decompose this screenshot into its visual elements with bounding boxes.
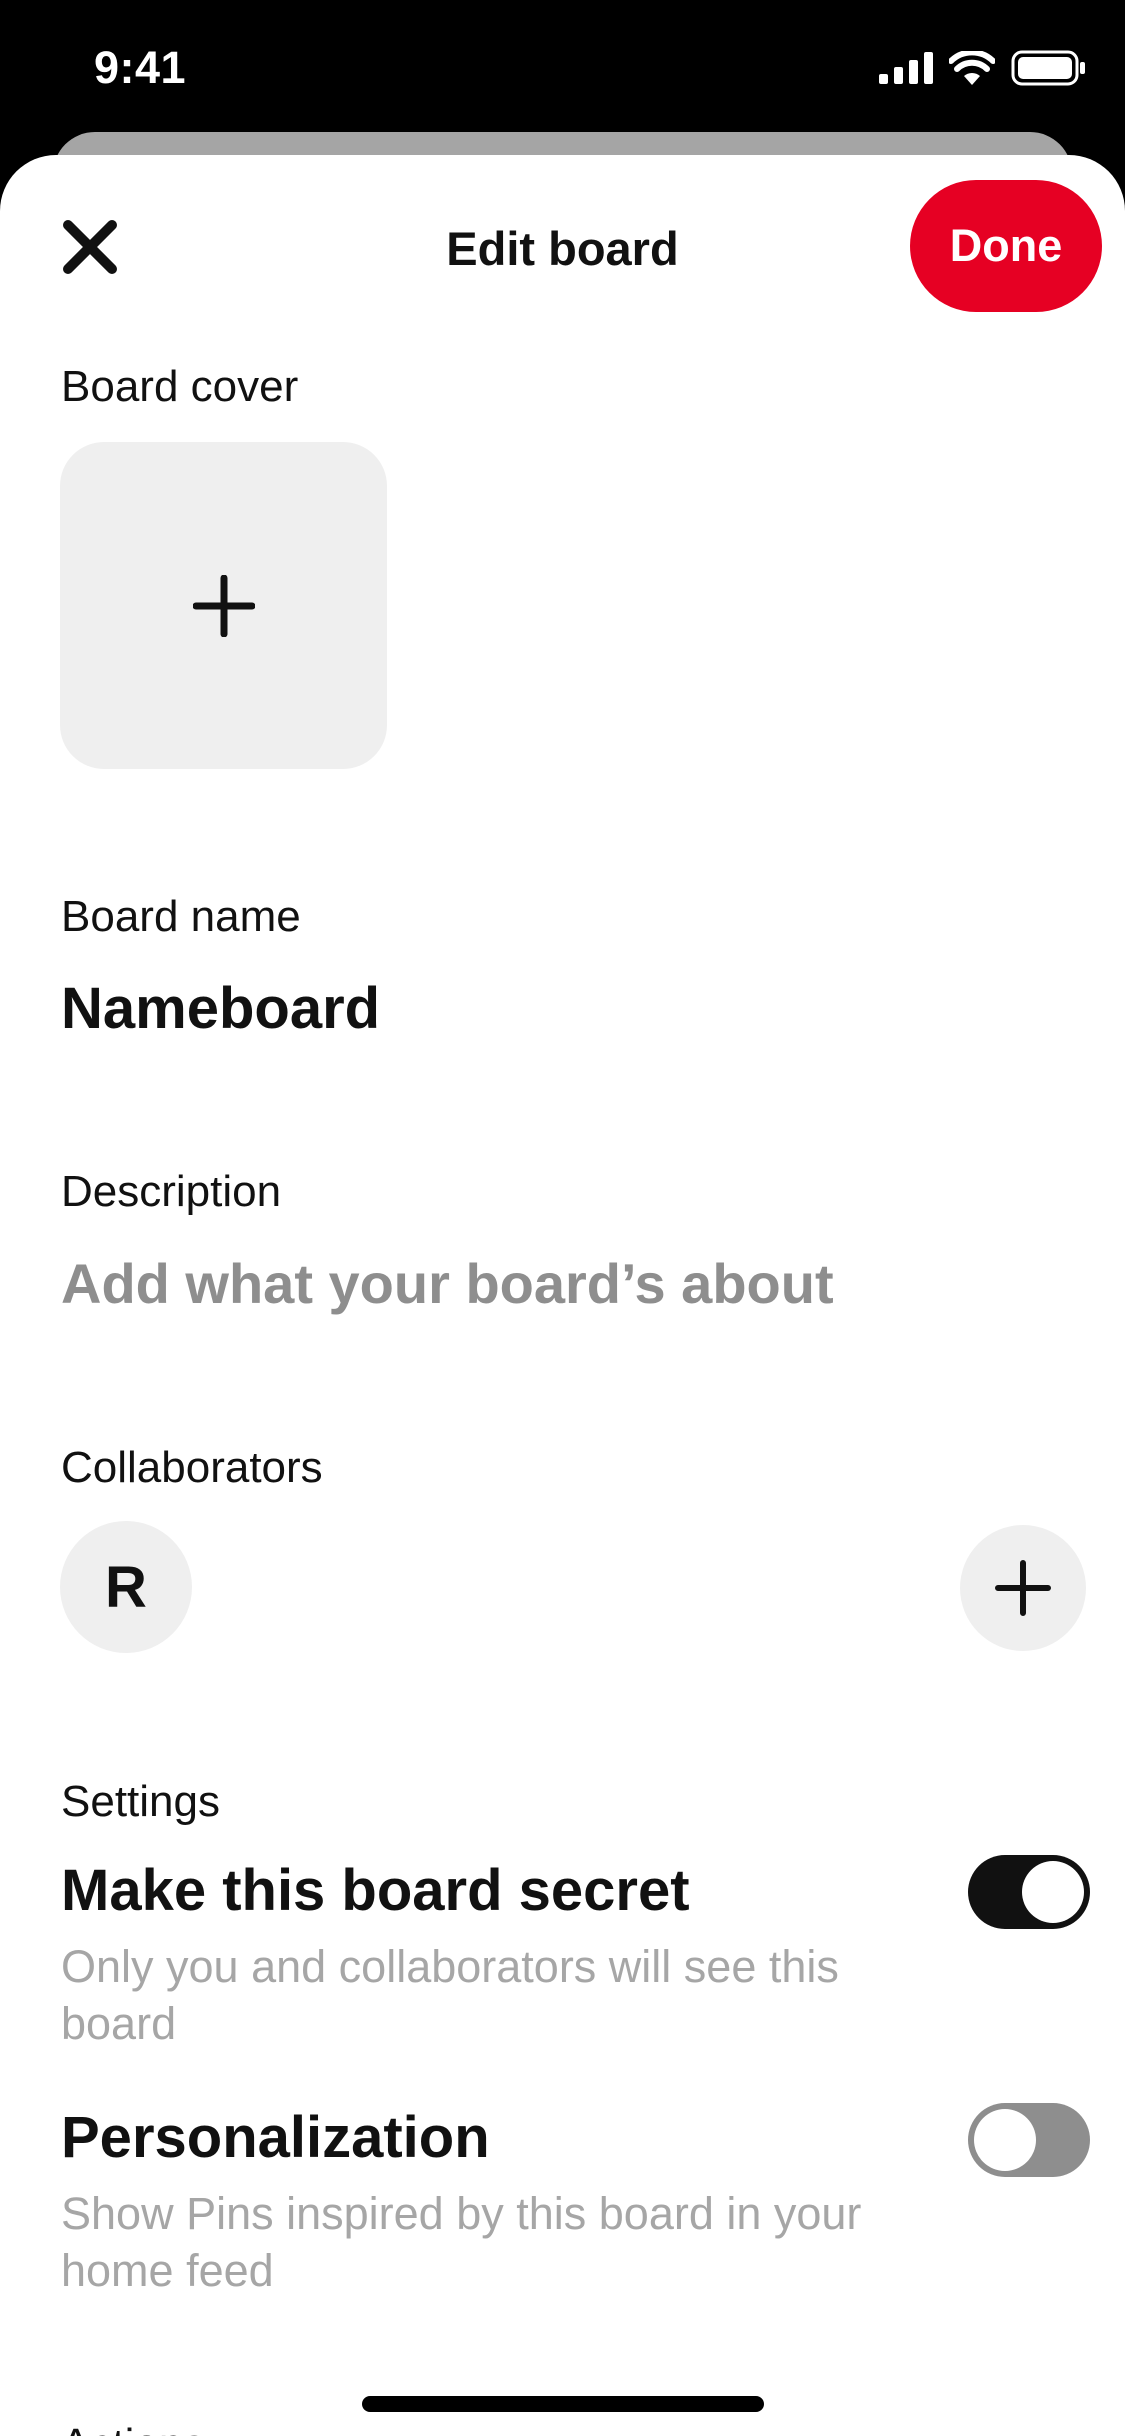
description-label: Description bbox=[61, 1167, 282, 1216]
cellular-signal-icon bbox=[879, 52, 933, 84]
add-collaborator-button[interactable] bbox=[960, 1525, 1086, 1651]
screen: 9:41 Edit board Done Board cover Board n… bbox=[0, 0, 1125, 2436]
board-name-input[interactable]: Nameboard bbox=[61, 975, 380, 1042]
settings-label: Settings bbox=[61, 1777, 220, 1826]
secret-setting-title: Make this board secret bbox=[61, 1858, 690, 1923]
toggle-knob bbox=[1022, 1861, 1084, 1923]
done-button[interactable]: Done bbox=[910, 180, 1102, 312]
board-name-label: Board name bbox=[61, 892, 301, 941]
status-icons bbox=[879, 50, 1087, 86]
personalization-setting-description: Show Pins inspired by this board in your… bbox=[61, 2188, 862, 2296]
actions-label: Actions bbox=[61, 2420, 205, 2436]
battery-icon bbox=[1011, 50, 1085, 86]
secret-setting-description: Only you and collaborators will see this… bbox=[61, 1941, 839, 2049]
status-time: 9:41 bbox=[94, 42, 187, 93]
toggle-knob bbox=[974, 2109, 1036, 2171]
edit-board-sheet: Edit board Done Board cover Board name N… bbox=[0, 155, 1125, 2436]
home-indicator bbox=[362, 2396, 764, 2412]
board-cover-label: Board cover bbox=[61, 362, 299, 411]
status-bar: 9:41 bbox=[0, 0, 1125, 140]
personalization-toggle[interactable] bbox=[968, 2103, 1090, 2177]
collaborators-label: Collaborators bbox=[61, 1443, 323, 1492]
collaborator-avatar[interactable]: R bbox=[60, 1521, 192, 1653]
description-input[interactable]: Add what your board’s about bbox=[61, 1251, 834, 1316]
add-board-cover-button[interactable] bbox=[60, 442, 387, 769]
plus-icon bbox=[995, 1560, 1051, 1616]
personalization-setting-title: Personalization bbox=[61, 2105, 490, 2170]
secret-toggle[interactable] bbox=[968, 1855, 1090, 1929]
plus-icon bbox=[192, 574, 255, 637]
wifi-icon bbox=[949, 51, 995, 85]
